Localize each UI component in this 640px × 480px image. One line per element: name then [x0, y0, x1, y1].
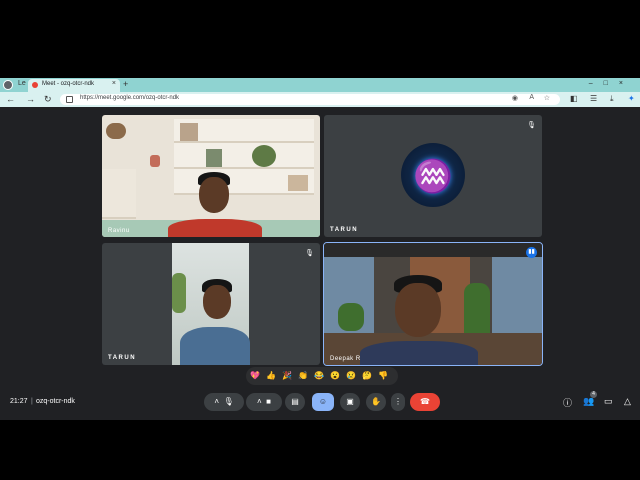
reaction-thumbs-up-button[interactable]: 👍: [266, 371, 276, 380]
window-controls[interactable]: –□×: [589, 80, 634, 87]
chrome-menu-icon[interactable]: ✦: [628, 94, 635, 103]
reaction-thinking-button[interactable]: 🤔: [362, 371, 372, 380]
translate-icon[interactable]: A: [529, 94, 534, 101]
browser-toolbar: ← → ↻ https://meet.google.com/ozq-otcr-n…: [0, 92, 640, 107]
captions-button[interactable]: ▤: [285, 393, 305, 411]
reaction-party-button[interactable]: 🎉: [282, 371, 292, 380]
browser-tab-meet[interactable]: Meet - ozq-otcr-ndk ×: [28, 79, 120, 92]
books: [206, 149, 222, 167]
activities-button[interactable]: △: [624, 396, 631, 407]
captions-icon: ▤: [291, 397, 299, 406]
screen: Le Meet - ozq-otcr-ndk × + –□× ← → ↻ htt…: [0, 78, 640, 420]
chevron-up-icon[interactable]: ˄: [257, 397, 262, 406]
downloads-icon[interactable]: ⤓: [610, 94, 614, 104]
back-icon[interactable]: ←: [6, 94, 15, 104]
books: [180, 123, 198, 141]
more-options-button[interactable]: ⋮: [391, 393, 405, 411]
camera-icon: ■: [266, 397, 271, 406]
reaction-clap-button[interactable]: 👏: [298, 371, 308, 380]
meeting-details-button[interactable]: ⓘ: [563, 396, 572, 409]
reaction-surprised-button[interactable]: 😮: [330, 371, 340, 380]
speaking-indicator-icon: ▮▮: [526, 247, 537, 258]
window: [492, 257, 542, 337]
reaction-thumbs-down-button[interactable]: 👎: [378, 371, 388, 380]
close-tab-icon[interactable]: ×: [112, 80, 116, 87]
microphone-icon: 🎙: [223, 397, 234, 406]
participant-name: Deepak R: [330, 356, 361, 362]
emoji-icon: ☺: [318, 397, 328, 406]
address-bar[interactable]: https://meet.google.com/ozq-otcr-ndk ◉ A…: [60, 94, 560, 105]
previous-tab-label[interactable]: Le: [18, 80, 26, 87]
meeting-code: ozq-otcr-ndk: [36, 398, 75, 405]
profile-avatar-icon[interactable]: [3, 80, 13, 90]
reaction-laugh-button[interactable]: 😂: [314, 371, 324, 380]
info-divider: |: [31, 398, 33, 405]
participant-avatar: ♒: [401, 143, 465, 207]
person-face: [395, 283, 441, 337]
plant: [338, 303, 364, 331]
url-text: https://meet.google.com/ozq-otcr-ndk: [80, 95, 180, 101]
participant-count-badge: 4: [590, 391, 597, 398]
person-shirt: [180, 327, 250, 365]
present-icon: ▣: [346, 397, 354, 406]
plant: [252, 145, 276, 167]
reading-list-icon[interactable]: ☰: [590, 94, 597, 103]
participant-name: TARUN: [330, 227, 359, 233]
ceiling: [324, 243, 542, 257]
new-tab-icon[interactable]: +: [123, 79, 128, 89]
decor-vase: [106, 123, 126, 139]
plant: [172, 273, 186, 313]
camera-permission-icon[interactable]: ◉: [512, 94, 518, 102]
chat-icon: ▭: [604, 396, 613, 406]
present-button[interactable]: ▣: [340, 393, 360, 411]
clock: 21:27: [10, 398, 28, 405]
participant-name: Ravinu: [108, 228, 130, 234]
microphone-button[interactable]: ˄ 🎙: [204, 393, 244, 411]
participant-name: TARUN: [108, 355, 137, 361]
more-icon: ⋮: [394, 397, 402, 406]
browser-tab-strip: Le Meet - ozq-otcr-ndk × + –□×: [0, 78, 640, 92]
tab-title: Meet - ozq-otcr-ndk: [42, 81, 95, 87]
reaction-sad-button[interactable]: 😢: [346, 371, 356, 380]
shelf-middle: [174, 143, 314, 169]
reload-icon[interactable]: ↻: [44, 94, 52, 105]
shelf-left: [102, 169, 136, 219]
books: [288, 175, 308, 191]
lamp: [150, 155, 160, 167]
reaction-heart-button[interactable]: 💖: [250, 371, 260, 380]
bookmark-star-icon[interactable]: ☆: [544, 94, 550, 102]
video-tile-tarun[interactable]: 🎙 TARUN: [102, 243, 320, 365]
raise-hand-button[interactable]: ✋: [366, 393, 386, 411]
reactions-bar: 💖 👍 🎉 👏 😂 😮 😢 🤔 👎: [246, 367, 398, 385]
muted-mic-icon: 🎙: [305, 250, 314, 257]
person-face: [203, 285, 231, 319]
person-face: [199, 177, 229, 213]
video-tile-ravinu[interactable]: Ravinu: [102, 115, 320, 237]
end-call-icon: ☎: [420, 397, 430, 406]
meet-favicon-icon: [32, 82, 38, 88]
video-tile-deepak[interactable]: ▮▮ Deepak R: [323, 242, 543, 366]
person-shirt: [168, 219, 262, 237]
emoji-button[interactable]: ☺: [312, 393, 334, 411]
video-tile-tarun-avatar[interactable]: 🎙 ♒ TARUN: [324, 115, 542, 237]
chevron-up-icon[interactable]: ˄: [214, 397, 219, 406]
activities-icon: △: [624, 396, 631, 406]
participant-video: [172, 243, 250, 365]
person-shirt: [360, 341, 478, 365]
extensions-icon[interactable]: ◧: [570, 94, 578, 103]
aquarius-icon: ♒: [413, 158, 453, 194]
muted-mic-icon: 🎙: [527, 122, 536, 129]
raise-hand-icon: ✋: [371, 397, 381, 406]
chat-button[interactable]: ▭: [604, 396, 613, 407]
info-icon: ⓘ: [563, 398, 573, 408]
site-info-icon[interactable]: [66, 96, 73, 103]
leave-call-button[interactable]: ☎: [410, 393, 440, 411]
forward-icon[interactable]: →: [26, 94, 35, 104]
camera-button[interactable]: ˄ ■: [246, 393, 282, 411]
